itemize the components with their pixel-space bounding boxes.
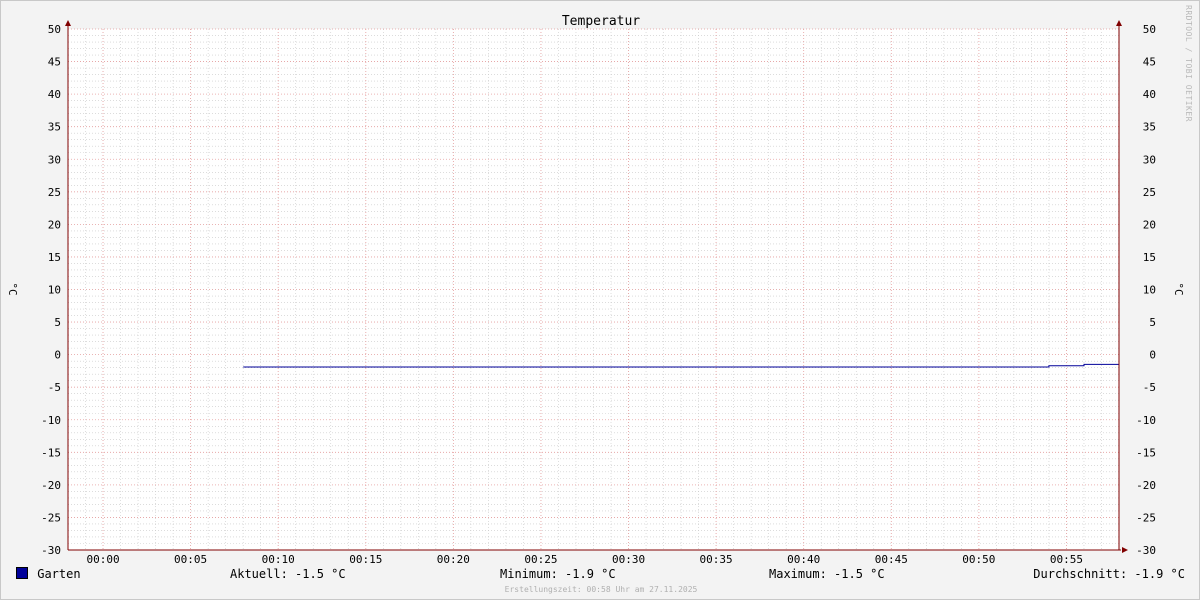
y-tick-label: 0 — [54, 349, 61, 362]
y-tick-label: 30 — [48, 153, 61, 166]
y-tick-label: 30 — [1143, 153, 1156, 166]
y-tick-label: 5 — [1149, 316, 1156, 329]
x-tick-label: 00:45 — [875, 553, 908, 566]
y-tick-label: 40 — [1143, 88, 1156, 101]
x-tick-label: 00:00 — [86, 553, 119, 566]
creation-time: Erstellungszeit: 00:58 Uhr am 27.11.2025 — [504, 585, 698, 594]
y-tick-label: 20 — [1143, 218, 1156, 231]
y-tick-label: 35 — [48, 121, 61, 134]
y-tick-label: -5 — [48, 381, 61, 394]
legend-minimum: Minimum: -1.9 °C — [500, 567, 616, 581]
y-tick-label: 40 — [48, 88, 61, 101]
y-tick-label: 35 — [1143, 121, 1156, 134]
y-axis-label-right: °C — [1172, 282, 1185, 295]
y-tick-label: -20 — [41, 479, 61, 492]
chart-frame: 50 45 40 35 30 25 20 15 10 5 0 -5 -10 -15 -20 -25 -30 50… — [0, 0, 1200, 600]
legend-series: Garten — [16, 567, 81, 581]
y-tick-label: -30 — [1136, 544, 1156, 557]
y-tick-label: -30 — [41, 544, 61, 557]
y-tick-label: -5 — [1143, 381, 1156, 394]
legend-maximum: Maximum: -1.5 °C — [769, 567, 885, 581]
legend: Garten Aktuell: -1.5 °C Minimum: -1.9 °C… — [1, 567, 1200, 585]
y-tick-label: -20 — [1136, 479, 1156, 492]
legend-swatch-garten — [16, 567, 28, 579]
y-tick-label: 10 — [48, 284, 61, 297]
y-tick-label: 15 — [1143, 251, 1156, 264]
y-tick-label: 0 — [1149, 349, 1156, 362]
y-axis-arrow-left — [65, 20, 71, 26]
x-tick-label: 00:30 — [612, 553, 645, 566]
y-tick-label: 45 — [48, 56, 61, 69]
y-tick-label: 15 — [48, 251, 61, 264]
y-tick-label: -15 — [1136, 446, 1156, 459]
x-tick-label: 00:20 — [437, 553, 470, 566]
x-axis-arrow — [1122, 547, 1128, 553]
y-tick-label: -25 — [1136, 511, 1156, 524]
x-tick-label: 00:25 — [524, 553, 557, 566]
legend-series-name: Garten — [37, 567, 81, 581]
y-tick-label: 50 — [1143, 23, 1156, 36]
y-tick-label: 20 — [48, 218, 61, 231]
x-tick-label: 00:50 — [962, 553, 995, 566]
x-tick-label: 00:40 — [787, 553, 820, 566]
y-tick-label: 25 — [48, 186, 61, 199]
y-tick-label: 45 — [1143, 56, 1156, 69]
y-tick-label: 5 — [54, 316, 61, 329]
x-tick-label: 00:05 — [174, 553, 207, 566]
y-tick-label: -25 — [41, 511, 61, 524]
x-tick-label: 00:10 — [262, 553, 295, 566]
temperature-chart: 50454035302520151050-5-10-15-20-25-30 50… — [6, 14, 1185, 566]
y-tick-labels-left: 50454035302520151050-5-10-15-20-25-30 — [41, 23, 61, 557]
chart-title: Temperatur — [562, 14, 640, 29]
x-tick-label: 00:35 — [700, 553, 733, 566]
x-tick-label: 00:15 — [349, 553, 382, 566]
y-tick-label: 50 — [48, 23, 61, 36]
watermark: RRDTOOL / TOBI OETIKER — [1184, 5, 1193, 122]
y-tick-label: 10 — [1143, 284, 1156, 297]
x-tick-label: 00:55 — [1050, 553, 1083, 566]
y-axis-label-left: °C — [6, 282, 19, 295]
y-tick-label: 25 — [1143, 186, 1156, 199]
x-tick-labels: 00:00 00:05 00:10 00:15 00:20 00:25 00:30 00:35… — [86, 553, 1083, 566]
y-axis-arrow-right — [1116, 20, 1122, 26]
legend-average: Durchschnitt: -1.9 °C — [1033, 567, 1185, 581]
y-tick-labels-right: 50454035302520151050-5-10-15-20-25-30 — [1136, 23, 1156, 557]
y-tick-label: -15 — [41, 446, 61, 459]
y-tick-label: -10 — [41, 414, 61, 427]
legend-current: Aktuell: -1.5 °C — [230, 567, 346, 581]
y-tick-label: -10 — [1136, 414, 1156, 427]
